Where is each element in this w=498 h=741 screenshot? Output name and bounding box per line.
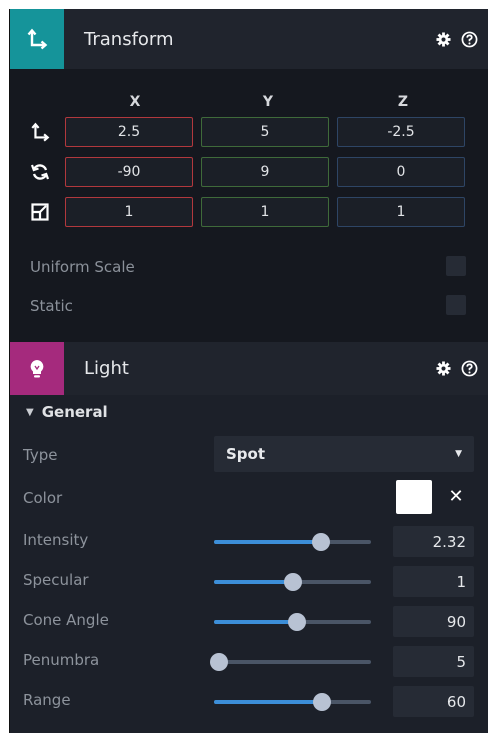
property-slider[interactable] bbox=[214, 573, 371, 591]
slider-fill bbox=[214, 700, 323, 704]
light-header[interactable]: Light bbox=[10, 342, 488, 395]
property-label: Intensity bbox=[23, 531, 89, 549]
slider-fill bbox=[214, 540, 321, 544]
help-icon[interactable] bbox=[460, 360, 478, 378]
light-title: Light bbox=[84, 358, 129, 379]
axis-y-label: Y bbox=[262, 94, 274, 110]
scale-x-field[interactable]: 1 bbox=[65, 197, 193, 227]
property-slider[interactable] bbox=[209, 653, 371, 671]
general-section-toggle[interactable]: ▼ General bbox=[10, 395, 488, 429]
property-slider[interactable] bbox=[214, 533, 371, 551]
slider-fill bbox=[214, 620, 298, 624]
transform-header[interactable]: Transform bbox=[10, 9, 488, 69]
scale-y-field[interactable]: 1 bbox=[201, 197, 329, 227]
caret-down-icon: ▼ bbox=[26, 406, 34, 418]
slider-thumb[interactable] bbox=[313, 693, 332, 711]
color-label: Color bbox=[23, 489, 63, 507]
property-slider[interactable] bbox=[214, 613, 371, 631]
property-value-field[interactable]: 60 bbox=[393, 686, 474, 717]
property-value-field[interactable]: 5 bbox=[393, 646, 474, 677]
axis-x-label: X bbox=[129, 94, 141, 110]
property-label: Specular bbox=[23, 571, 89, 589]
transform-body: X Y Z 2.5 5 -2.5 -90 9 0 1 1 1 Uniform S… bbox=[10, 69, 488, 342]
gear-icon[interactable] bbox=[434, 360, 452, 378]
position-x-field[interactable]: 2.5 bbox=[65, 117, 193, 147]
inspector-panel: Transform X Y Z 2.5 5 -2.5 -90 9 0 1 1 1… bbox=[9, 9, 488, 733]
property-value-field[interactable]: 90 bbox=[393, 606, 474, 637]
position-z-field[interactable]: -2.5 bbox=[337, 117, 465, 147]
slider-fill bbox=[214, 580, 293, 584]
slider-track[interactable] bbox=[214, 660, 371, 664]
slider-thumb[interactable] bbox=[311, 533, 330, 551]
type-select-value: Spot bbox=[226, 445, 266, 463]
slider-thumb[interactable] bbox=[209, 653, 228, 671]
property-label: Penumbra bbox=[23, 651, 100, 669]
axis-z-label: Z bbox=[397, 94, 409, 110]
static-label: Static bbox=[30, 297, 73, 315]
property-slider[interactable] bbox=[214, 693, 371, 711]
close-icon[interactable]: ✕ bbox=[446, 485, 466, 507]
slider-thumb[interactable] bbox=[283, 573, 302, 591]
type-label: Type bbox=[23, 446, 58, 464]
property-label: Range bbox=[23, 691, 71, 709]
uniform-scale-label: Uniform Scale bbox=[30, 258, 135, 276]
light-body: ▼ General Type Spot ▼ Color ✕ Intensity 2… bbox=[10, 395, 488, 733]
uniform-scale-checkbox[interactable] bbox=[446, 256, 466, 276]
scale-icon bbox=[28, 200, 52, 224]
slider-thumb[interactable] bbox=[288, 613, 307, 631]
color-swatch[interactable] bbox=[396, 480, 432, 514]
lightbulb-icon bbox=[10, 342, 64, 395]
property-label: Cone Angle bbox=[23, 611, 109, 629]
gear-icon[interactable] bbox=[434, 30, 452, 48]
rotation-z-field[interactable]: 0 bbox=[337, 157, 465, 187]
position-icon bbox=[28, 120, 52, 144]
type-select[interactable]: Spot ▼ bbox=[214, 436, 474, 472]
transform-title: Transform bbox=[84, 28, 174, 50]
move-axes-icon bbox=[10, 9, 64, 69]
property-value-field[interactable]: 2.32 bbox=[393, 526, 474, 557]
position-y-field[interactable]: 5 bbox=[201, 117, 329, 147]
property-value-field[interactable]: 1 bbox=[393, 566, 474, 597]
help-icon[interactable] bbox=[460, 30, 478, 48]
dropdown-arrow-icon: ▼ bbox=[455, 449, 462, 459]
rotation-icon bbox=[28, 160, 52, 184]
static-checkbox[interactable] bbox=[446, 295, 466, 315]
general-section-title: General bbox=[41, 403, 108, 421]
scale-z-field[interactable]: 1 bbox=[337, 197, 465, 227]
rotation-x-field[interactable]: -90 bbox=[65, 157, 193, 187]
rotation-y-field[interactable]: 9 bbox=[201, 157, 329, 187]
